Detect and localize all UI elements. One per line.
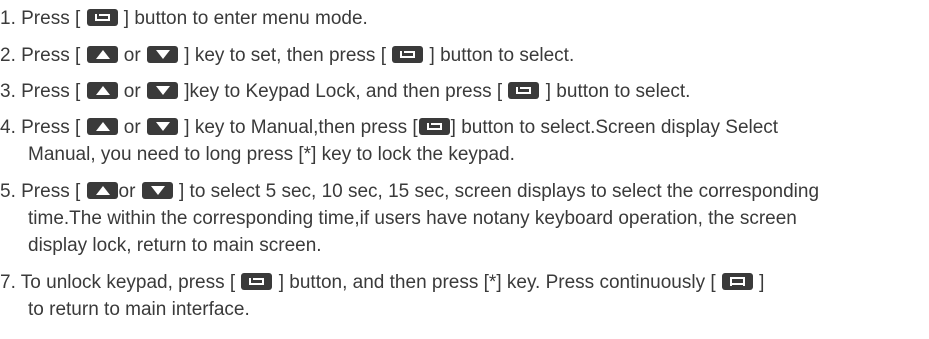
step-5: 5. Press [ or ] to select 5 sec, 10 sec,… [0, 179, 819, 205]
step-4-text: 4. Press [ [0, 117, 86, 138]
up-arrow-key-icon [86, 182, 118, 199]
step-3-text-mid: ]key to Keypad Lock, and then press [ [178, 81, 508, 102]
up-arrow-key-icon [86, 82, 118, 99]
step-2-or: or [118, 45, 146, 66]
instruction-document: 1. Press [ ] button to enter menu mode. … [0, 0, 929, 339]
step-4-or: or [118, 117, 146, 138]
step-1-text-end: ] button to enter menu mode. [118, 8, 368, 29]
down-arrow-key-icon [146, 82, 178, 99]
step-7-continuation: to return to main interface. [28, 299, 250, 320]
step-3-or: or [118, 81, 146, 102]
step-7: 7. To unlock keypad, press [ ] button, a… [0, 270, 764, 296]
step-5-or: or [118, 181, 141, 202]
step-3-text: 3. Press [ [0, 81, 86, 102]
step-5-text-mid: ] to select 5 sec, 10 sec, 15 sec, scree… [173, 181, 820, 202]
step-4: 4. Press [ or ] key to Manual,then press… [0, 115, 778, 141]
step-5-text: 5. Press [ [0, 181, 86, 202]
step-5-continuation-2: display lock, return to main screen. [28, 235, 322, 256]
menu-alt-button-icon [721, 273, 753, 290]
step-2-text-end: ] button to select. [424, 45, 575, 66]
step-4-continuation: Manual, you need to long press [*] key t… [28, 144, 515, 165]
menu-button-icon [392, 46, 424, 63]
down-arrow-key-icon [146, 118, 178, 135]
step-2-text-mid: ] key to set, then press [ [178, 45, 392, 66]
step-5-continuation-1: time.The within the corresponding time,i… [28, 208, 797, 229]
step-7-text-end: ] [753, 272, 765, 293]
menu-button-icon [86, 9, 118, 26]
step-3-text-end: ] button to select. [540, 81, 691, 102]
down-arrow-key-icon [146, 46, 178, 63]
step-2-text: 2. Press [ [0, 45, 86, 66]
step-7-text: 7. To unlock keypad, press [ [0, 272, 241, 293]
menu-button-icon [508, 82, 540, 99]
step-7-text-mid: ] button, and then press [*] key. Press … [273, 272, 721, 293]
step-2: 2. Press [ or ] key to set, then press [… [0, 43, 574, 69]
step-4-text-mid: ] key to Manual,then press [ [178, 117, 418, 138]
down-arrow-key-icon [141, 182, 173, 199]
step-1: 1. Press [ ] button to enter menu mode. [0, 6, 368, 32]
up-arrow-key-icon [86, 46, 118, 63]
up-arrow-key-icon [86, 118, 118, 135]
step-4-text-end: ] button to select.Screen display Select [450, 117, 779, 138]
step-3: 3. Press [ or ]key to Keypad Lock, and t… [0, 79, 690, 105]
menu-button-icon [241, 273, 273, 290]
step-1-text: 1. Press [ [0, 8, 86, 29]
menu-button-icon [418, 118, 450, 135]
